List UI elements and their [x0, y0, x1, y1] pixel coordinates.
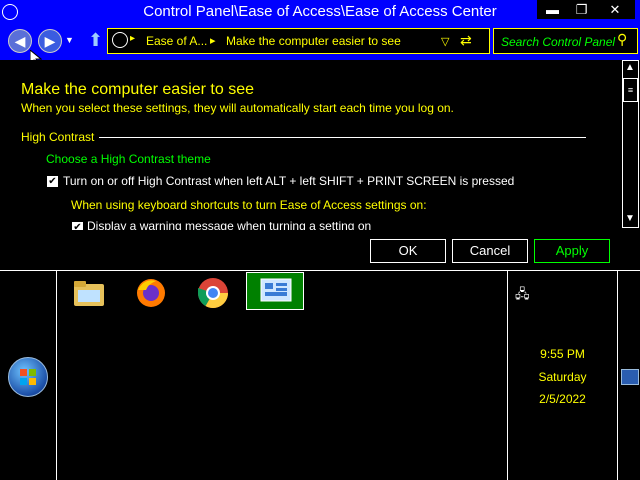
up-level-button[interactable]: ⬆ — [88, 30, 104, 50]
taskbar-divider-showdesktop — [617, 271, 618, 480]
breadcrumb-separator[interactable]: ▸ — [210, 34, 216, 47]
scroll-up-button[interactable]: ▲ — [625, 62, 635, 73]
choose-high-contrast-theme-link[interactable]: Choose a High Contrast theme — [46, 152, 211, 166]
explorer-taskbar-button[interactable] — [72, 278, 106, 308]
section-title-high-contrast: High Contrast — [21, 130, 95, 144]
chrome-taskbar-button[interactable] — [196, 276, 230, 310]
control-panel-icon — [260, 278, 292, 302]
close-button[interactable]: ✕ — [595, 0, 635, 19]
search-input[interactable]: Search Control Panel — [501, 35, 615, 49]
clock-date[interactable]: 2/5/2022 — [508, 392, 617, 406]
ok-button[interactable]: OK — [370, 239, 446, 263]
windows-logo-icon — [20, 369, 36, 385]
shortcut-settings-note: When using keyboard shortcuts to turn Ea… — [71, 198, 427, 212]
recent-pages-dropdown[interactable]: ▼ — [65, 35, 74, 45]
minimize-button[interactable]: ▬ — [537, 0, 568, 19]
clock-time[interactable]: 9:55 PM — [508, 347, 617, 361]
clock-day[interactable]: Saturday — [508, 370, 617, 384]
refresh-button[interactable]: ⇄ — [460, 32, 472, 49]
restore-button[interactable]: ❐ — [566, 0, 597, 19]
breadcrumb-ease-of-access[interactable]: Ease of A... — [146, 34, 207, 48]
warning-message-label[interactable]: Display a warning message when turning a… — [87, 219, 371, 230]
back-button[interactable]: ◀ — [8, 29, 32, 53]
control-panel-icon — [112, 32, 128, 48]
control-panel-taskbar-button[interactable] — [246, 272, 304, 310]
apply-button[interactable]: Apply — [534, 239, 610, 263]
firefox-icon — [137, 279, 165, 307]
address-history-dropdown[interactable]: ▽ — [441, 35, 449, 48]
address-dropdown-arrow[interactable]: ▸ — [130, 33, 135, 44]
high-contrast-shortcut-label[interactable]: Turn on or off High Contrast when left A… — [63, 174, 514, 188]
search-icon[interactable]: ⚲ — [617, 31, 627, 48]
folder-icon — [74, 281, 104, 306]
chrome-icon — [198, 278, 228, 309]
back-arrow-icon: ◀ — [14, 33, 26, 49]
refresh-icon: ⇄ — [460, 32, 472, 48]
clipped-row: ✔ Display a warning message when turning… — [0, 219, 622, 230]
section-divider — [99, 137, 586, 138]
page-title: Make the computer easier to see — [21, 81, 255, 98]
cancel-button[interactable]: Cancel — [452, 239, 528, 263]
warning-message-checkbox[interactable]: ✔ — [72, 222, 83, 230]
firefox-taskbar-button[interactable] — [134, 276, 168, 310]
taskbar-divider-left — [56, 271, 57, 480]
scroll-down-button[interactable]: ▼ — [625, 213, 635, 224]
show-desktop-button[interactable] — [621, 369, 639, 385]
up-arrow-icon: ⬆ — [88, 30, 104, 50]
breadcrumb-current-page[interactable]: Make the computer easier to see — [226, 34, 401, 48]
scroll-thumb[interactable]: ≡ — [623, 78, 638, 102]
forward-arrow-icon: ▶ — [44, 33, 56, 49]
start-button[interactable] — [8, 357, 48, 397]
page-subtitle: When you select these settings, they wil… — [21, 101, 454, 115]
network-icon[interactable]: 🖧 — [515, 285, 530, 307]
high-contrast-shortcut-checkbox[interactable]: ✔ — [47, 176, 58, 187]
